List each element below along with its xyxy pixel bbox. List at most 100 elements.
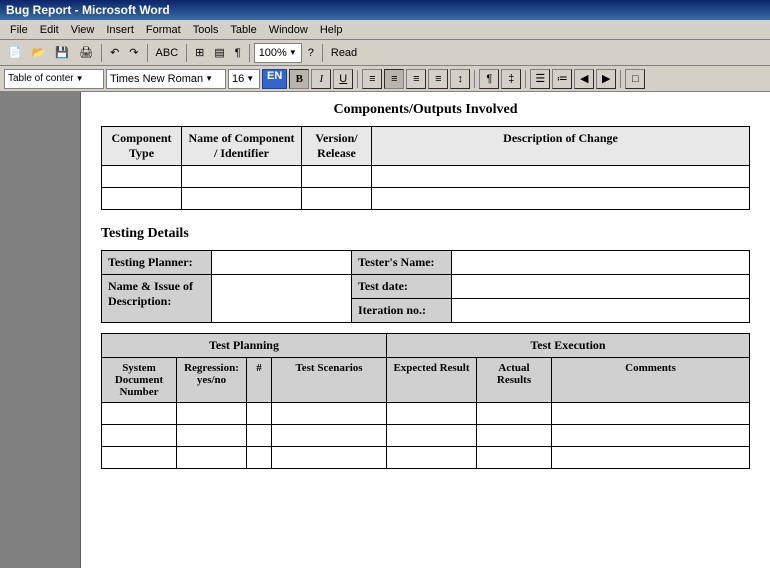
title-bar: Bug Report - Microsoft Word — [0, 0, 770, 20]
numbering-btn[interactable]: ≔ — [552, 69, 572, 89]
table-row — [102, 403, 750, 425]
style-dropdown[interactable]: Table of conter ▼ — [4, 69, 104, 89]
table-row — [102, 447, 750, 469]
underline-btn[interactable]: U — [333, 69, 353, 89]
col-description: Description of Change — [372, 127, 750, 166]
document-area: Components/Outputs Involved Component Ty… — [80, 92, 770, 568]
cell — [247, 403, 272, 425]
col-actual: Actual Results — [477, 358, 552, 403]
test-execution-header: Test Execution — [387, 334, 750, 358]
save-btn[interactable]: 💾 — [51, 43, 73, 63]
sidebar — [0, 92, 80, 568]
justify-btn[interactable]: ≡ — [428, 69, 448, 89]
menu-edit[interactable]: Edit — [34, 22, 65, 38]
cell — [387, 403, 477, 425]
col-hash: # — [247, 358, 272, 403]
col-expected: Expected Result — [387, 358, 477, 403]
table-btn[interactable]: ⊞ — [191, 43, 208, 63]
sep4 — [249, 44, 250, 62]
name-issue-value — [212, 275, 352, 323]
para-mark-btn[interactable]: ¶ — [479, 69, 499, 89]
cell — [182, 166, 302, 188]
undo-btn[interactable]: ↶ — [106, 43, 123, 63]
show-marks-btn[interactable]: ‡ — [501, 69, 521, 89]
menu-format[interactable]: Format — [140, 22, 187, 38]
section2-title: Testing Details — [101, 226, 750, 242]
cell — [272, 403, 387, 425]
italic-btn[interactable]: I — [311, 69, 331, 89]
menu-window[interactable]: Window — [263, 22, 314, 38]
help-btn[interactable]: ? — [304, 43, 318, 63]
cell — [102, 447, 177, 469]
language-btn[interactable]: EN — [262, 69, 287, 89]
table-row — [102, 425, 750, 447]
iteration-value — [452, 299, 750, 323]
sep5 — [322, 44, 323, 62]
align-right-btn[interactable]: ≡ — [406, 69, 426, 89]
columns-btn[interactable]: ▤ — [210, 43, 228, 63]
font-dropdown[interactable]: Times New Roman ▼ — [106, 69, 226, 89]
cell — [182, 188, 302, 210]
indent-decrease-btn[interactable]: ◀ — [574, 69, 594, 89]
indent-increase-btn[interactable]: ▶ — [596, 69, 616, 89]
format-toolbar: Table of conter ▼ Times New Roman ▼ 16 ▼… — [0, 66, 770, 92]
cell — [247, 447, 272, 469]
menu-bar: File Edit View Insert Format Tools Table… — [0, 20, 770, 40]
col-regression: Regression: yes/no — [177, 358, 247, 403]
cell — [552, 403, 750, 425]
bold-btn[interactable]: B — [289, 69, 309, 89]
menu-file[interactable]: File — [4, 22, 34, 38]
zoom-dropdown[interactable]: 100% ▼ — [254, 43, 302, 63]
table-row: Name & Issue of Description: Test date: — [102, 275, 750, 299]
print-btn[interactable]: 🖨 — [75, 43, 97, 63]
sep1 — [101, 44, 102, 62]
size-dropdown[interactable]: 16 ▼ — [228, 69, 260, 89]
cell — [477, 403, 552, 425]
fmt-sep4 — [620, 70, 621, 88]
col-system-doc: System Document Number — [102, 358, 177, 403]
para-btn[interactable]: ¶ — [231, 43, 245, 63]
table-row — [102, 166, 750, 188]
cell — [477, 425, 552, 447]
standard-toolbar: 📄 📂 💾 🖨 ↶ ↷ ABC ⊞ ▤ ¶ 100% ▼ ? Read — [0, 40, 770, 66]
cell — [272, 425, 387, 447]
table-row: System Document Number Regression: yes/n… — [102, 358, 750, 403]
fmt-sep3 — [525, 70, 526, 88]
testing-details-table: Testing Planner: Tester's Name: Name & I… — [101, 250, 750, 323]
iteration-label: Iteration no.: — [352, 299, 452, 323]
read-btn[interactable]: Read — [327, 43, 361, 63]
open-btn[interactable]: 📂 — [28, 43, 50, 63]
line-spacing-btn[interactable]: ↕ — [450, 69, 470, 89]
cell — [372, 188, 750, 210]
spell-btn[interactable]: ABC — [152, 43, 183, 63]
cell — [387, 447, 477, 469]
test-date-value — [452, 275, 750, 299]
menu-view[interactable]: View — [65, 22, 101, 38]
col-test-scenarios: Test Scenarios — [272, 358, 387, 403]
menu-insert[interactable]: Insert — [100, 22, 140, 38]
menu-table[interactable]: Table — [224, 22, 262, 38]
table-row: Testing Planner: Tester's Name: — [102, 251, 750, 275]
cell — [302, 188, 372, 210]
cell — [102, 188, 182, 210]
cell — [102, 166, 182, 188]
new-btn[interactable]: 📄 — [4, 43, 26, 63]
align-center-btn[interactable]: ≡ — [384, 69, 404, 89]
cell — [177, 403, 247, 425]
test-planning-header: Test Planning — [102, 334, 387, 358]
cell — [372, 166, 750, 188]
align-left-btn[interactable]: ≡ — [362, 69, 382, 89]
redo-btn[interactable]: ↷ — [125, 43, 142, 63]
menu-help[interactable]: Help — [314, 22, 349, 38]
border-btn[interactable]: □ — [625, 69, 645, 89]
cell — [272, 447, 387, 469]
cell — [102, 425, 177, 447]
col-version: Version/ Release — [302, 127, 372, 166]
testing-planner-label: Testing Planner: — [102, 251, 212, 275]
cell — [302, 166, 372, 188]
title-text: Bug Report - Microsoft Word — [6, 3, 170, 17]
menu-tools[interactable]: Tools — [187, 22, 225, 38]
name-issue-label: Name & Issue of Description: — [102, 275, 212, 323]
col-comments: Comments — [552, 358, 750, 403]
bullets-btn[interactable]: ☰ — [530, 69, 550, 89]
